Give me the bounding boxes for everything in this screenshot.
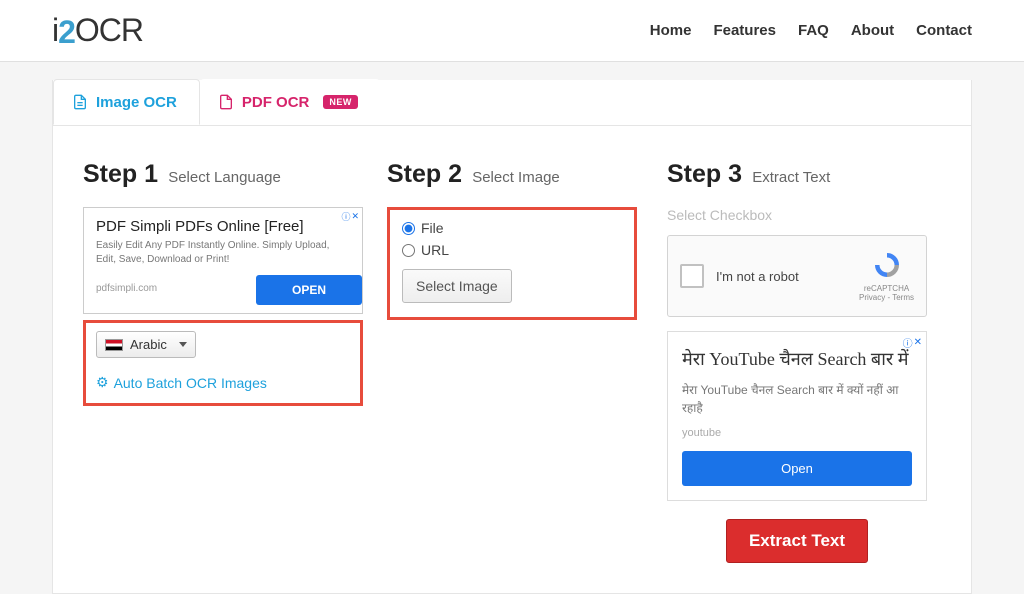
ad-title[interactable]: PDF Simpli PDFs Online [Free] (96, 218, 350, 235)
main-container: Image OCR PDF OCR NEW Step 1 Select Lang… (52, 80, 972, 594)
ad2-subtitle: मेरा YouTube चैनल Search बार में क्यों न… (682, 381, 912, 417)
step2-heading: Step 2 Select Image (387, 160, 637, 189)
ad2-domain: youtube (682, 427, 912, 439)
language-value: Arabic (130, 337, 167, 352)
document-icon (72, 93, 88, 111)
ad-info-icon[interactable]: ⓘ (903, 335, 913, 350)
nav-features[interactable]: Features (713, 22, 776, 39)
step2-column: Step 2 Select Image File URL Select Imag… (387, 160, 637, 563)
ad-domain: pdfsimpli.com (96, 283, 157, 294)
ad-info-icon[interactable]: ⓘ (341, 210, 350, 223)
ad2-title[interactable]: मेरा YouTube चैनल Search बार में (682, 348, 912, 371)
ad-panel-2: ⓘ ✕ मेरा YouTube चैनल Search बार में मेर… (667, 331, 927, 501)
ad-close-icon[interactable]: ✕ (914, 337, 922, 348)
ad-controls: ⓘ ✕ (903, 335, 922, 350)
radio-file[interactable] (402, 222, 415, 235)
captcha-brand: reCAPTCHA (859, 284, 914, 293)
ad-controls: ⓘ ✕ (341, 210, 359, 223)
tab-pdf-ocr[interactable]: PDF OCR NEW (200, 79, 380, 125)
step1-heading: Step 1 Select Language (83, 160, 363, 189)
logo-2: 2 (58, 14, 75, 50)
nav-contact[interactable]: Contact (916, 22, 972, 39)
step-label: Select Image (472, 169, 560, 186)
header: i2OCR Home Features FAQ About Contact (0, 0, 1024, 62)
radio-url-row[interactable]: URL (402, 242, 622, 258)
ad2-open-button[interactable]: Open (682, 451, 912, 486)
step-label: Extract Text (752, 169, 830, 186)
ad-panel-1: ⓘ ✕ PDF Simpli PDFs Online [Free] Easily… (83, 207, 363, 314)
nav-about[interactable]: About (851, 22, 894, 39)
language-section-highlight: Arabic ⚙ Auto Batch OCR Images (83, 320, 363, 406)
tab-label: Image OCR (96, 94, 177, 111)
new-badge: NEW (323, 95, 358, 109)
radio-file-label: File (421, 220, 444, 236)
step-number: Step 1 (83, 160, 158, 188)
ad-close-icon[interactable]: ✕ (351, 211, 359, 222)
radio-url-label: URL (421, 242, 449, 258)
gear-icon: ⚙ (96, 374, 109, 391)
tab-image-ocr[interactable]: Image OCR (53, 79, 200, 125)
main-nav: Home Features FAQ About Contact (650, 22, 972, 39)
nav-home[interactable]: Home (650, 22, 692, 39)
select-image-button[interactable]: Select Image (402, 269, 512, 303)
logo-ocr: OCR (75, 12, 143, 48)
recaptcha-box: I'm not a robot reCAPTCHA Privacy - Term… (667, 235, 927, 317)
radio-url[interactable] (402, 244, 415, 257)
step1-column: Step 1 Select Language ⓘ ✕ PDF Simpli PD… (83, 160, 363, 563)
extract-text-button[interactable]: Extract Text (726, 519, 868, 563)
chevron-down-icon (179, 342, 187, 347)
flag-icon (105, 339, 123, 351)
tab-label: PDF OCR (242, 94, 310, 111)
captcha-label: I'm not a robot (716, 269, 799, 284)
pdf-icon (218, 93, 234, 111)
step-number: Step 2 (387, 160, 462, 188)
radio-file-row[interactable]: File (402, 220, 622, 236)
tabs: Image OCR PDF OCR NEW (53, 80, 971, 126)
nav-faq[interactable]: FAQ (798, 22, 829, 39)
ad-subtitle: Easily Edit Any PDF Instantly Online. Si… (96, 239, 350, 267)
step3-heading: Step 3 Extract Text (667, 160, 927, 189)
recaptcha-icon (872, 250, 902, 280)
ad-open-button[interactable]: OPEN (256, 275, 362, 305)
captcha-terms[interactable]: Privacy - Terms (859, 293, 914, 302)
logo[interactable]: i2OCR (52, 12, 143, 49)
step3-column: Step 3 Extract Text Select Checkbox I'm … (667, 160, 927, 563)
language-dropdown[interactable]: Arabic (96, 331, 196, 358)
image-source-highlight: File URL Select Image (387, 207, 637, 320)
step-number: Step 3 (667, 160, 742, 188)
auto-batch-label: Auto Batch OCR Images (114, 375, 267, 391)
step-label: Select Language (168, 169, 281, 186)
captcha-checkbox[interactable] (680, 264, 704, 288)
step3-subtitle: Select Checkbox (667, 207, 927, 223)
auto-batch-link[interactable]: ⚙ Auto Batch OCR Images (96, 374, 350, 391)
